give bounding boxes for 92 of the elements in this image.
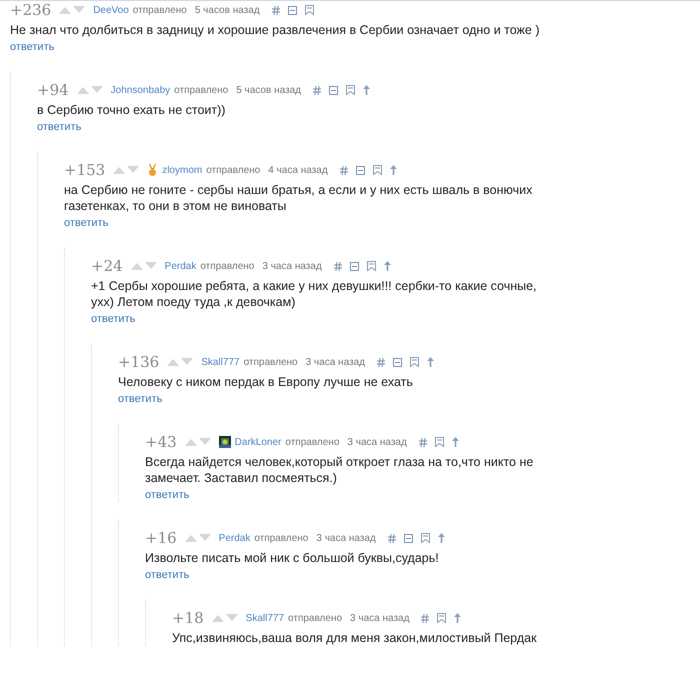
- sent-label: отправлено: [288, 612, 342, 626]
- sent-label: отправлено: [285, 436, 340, 450]
- comment-text: Не знал что долбиться в задницу и хорошие развлечения в Сербии означает одно и тоже ): [10, 22, 541, 38]
- sent-label: отправлено: [174, 84, 228, 98]
- reply-link[interactable]: ответить: [64, 216, 108, 230]
- rating: +136: [118, 352, 160, 373]
- save-icon[interactable]: [366, 261, 376, 271]
- collapse-icon[interactable]: [329, 86, 338, 94]
- rating: +153: [64, 160, 106, 181]
- downvote-button[interactable]: [198, 534, 211, 542]
- upvote-button[interactable]: [184, 438, 197, 446]
- comment-text: Упс,извиняюсь,ваша воля для меня закон,милостивый Пердак: [172, 630, 538, 646]
- collapse-icon[interactable]: [350, 262, 359, 270]
- rating: +18: [172, 608, 204, 629]
- rating: +43: [145, 432, 177, 453]
- post-time: 4 часа назад: [268, 164, 328, 178]
- sent-label: отправлено: [254, 532, 308, 546]
- sent-label: отправлено: [206, 164, 260, 178]
- downvote-button[interactable]: [181, 358, 194, 366]
- downvote-button[interactable]: [226, 614, 238, 622]
- username-link[interactable]: Skall777: [201, 354, 240, 370]
- collapse-icon[interactable]: [356, 166, 365, 174]
- save-icon[interactable]: [372, 165, 382, 175]
- collapse-icon[interactable]: [393, 358, 402, 366]
- rating: +24: [91, 256, 123, 277]
- post-time: 5 часов назад: [236, 84, 302, 98]
- comment-text: +1 Сербы хорошие ребята, а какие у них девушки!!! сербки-то какие сочные, ухх) Летом поеду туда ,к девочкам): [91, 278, 538, 310]
- comment-text: Человеку с ником пердак в Европу лучше не ехать: [118, 374, 414, 390]
- username-link[interactable]: zloymom: [162, 162, 202, 178]
- save-icon[interactable]: [410, 357, 419, 367]
- hash-icon[interactable]: [388, 534, 396, 542]
- arrow-up-icon[interactable]: [452, 437, 459, 447]
- reply-link[interactable]: ответить: [91, 312, 136, 326]
- downvote-button[interactable]: [198, 438, 211, 446]
- hash-icon[interactable]: [272, 6, 280, 14]
- rating: +236: [10, 1, 52, 21]
- post-time: 3 часа назад: [262, 260, 322, 274]
- post-time: 3 часа назад: [350, 612, 410, 626]
- reply-link[interactable]: ответить: [10, 40, 54, 54]
- save-icon[interactable]: [304, 5, 314, 15]
- save-icon[interactable]: [437, 613, 446, 623]
- sent-label: отправлено: [244, 356, 298, 370]
- hash-icon[interactable]: [421, 614, 430, 622]
- upvote-button[interactable]: [212, 614, 224, 622]
- save-icon[interactable]: [434, 437, 444, 447]
- save-icon[interactable]: [346, 85, 356, 95]
- arrow-up-icon[interactable]: [363, 85, 370, 95]
- reply-link[interactable]: ответить: [145, 488, 190, 502]
- hash-icon[interactable]: [313, 86, 322, 94]
- comment-text: Извольте писать мой ник с большой буквы,сударь!: [145, 550, 440, 566]
- downvote-button[interactable]: [90, 86, 103, 94]
- collapse-icon[interactable]: [404, 534, 413, 542]
- reply-link[interactable]: ответить: [145, 568, 190, 582]
- username-link[interactable]: Skall777: [246, 610, 284, 626]
- comment-text: на Сербию не гоните - сербы наши братья, а если и у них есть шваль в вонючих газетенках, то они в этом не виноваты: [64, 182, 534, 214]
- downvote-button[interactable]: [127, 166, 140, 174]
- upvote-button[interactable]: [76, 86, 89, 94]
- username-link[interactable]: Johnsonbaby: [110, 82, 170, 98]
- upvote-button[interactable]: [130, 262, 143, 270]
- arrow-up-icon[interactable]: [384, 261, 391, 271]
- rating: +94: [37, 80, 69, 101]
- comment-text: в Сербию точно ехать не стоит)): [37, 102, 226, 118]
- hash-icon[interactable]: [340, 166, 348, 174]
- hash-icon[interactable]: [334, 262, 342, 270]
- collapse-icon[interactable]: [288, 6, 297, 14]
- post-time: 3 часа назад: [316, 532, 376, 546]
- sent-label: отправлено: [200, 260, 254, 274]
- downvote-button[interactable]: [144, 262, 157, 270]
- arrow-up-icon[interactable]: [438, 533, 445, 543]
- username-link[interactable]: Perdak: [218, 530, 250, 546]
- sent-label: отправлено: [132, 4, 187, 18]
- save-icon[interactable]: [420, 533, 430, 543]
- downvote-button[interactable]: [73, 6, 86, 14]
- hash-icon[interactable]: [418, 438, 427, 446]
- post-time: 5 часов назад: [194, 4, 260, 18]
- post-time: 3 часа назад: [306, 356, 365, 370]
- username-link[interactable]: DeeVoo: [93, 2, 129, 18]
- comment-text: Всегда найдется человек,который откроет глаза на то,что никто не замечает. Заставил посмеяться.): [145, 454, 534, 486]
- upvote-button[interactable]: [113, 166, 126, 174]
- upvote-button[interactable]: [184, 534, 197, 542]
- upvote-button[interactable]: [59, 6, 72, 14]
- username-link[interactable]: Perdak: [164, 258, 196, 274]
- hash-icon[interactable]: [377, 358, 385, 366]
- upvote-button[interactable]: [167, 358, 180, 366]
- rating: +16: [145, 528, 177, 549]
- reply-link[interactable]: ответить: [37, 120, 82, 134]
- reply-link[interactable]: ответить: [118, 392, 162, 406]
- arrow-up-icon[interactable]: [454, 613, 462, 623]
- arrow-up-icon[interactable]: [427, 357, 434, 367]
- username-link[interactable]: DarkLoner: [234, 434, 282, 450]
- post-time: 3 часа назад: [347, 436, 407, 450]
- arrow-up-icon[interactable]: [390, 165, 397, 175]
